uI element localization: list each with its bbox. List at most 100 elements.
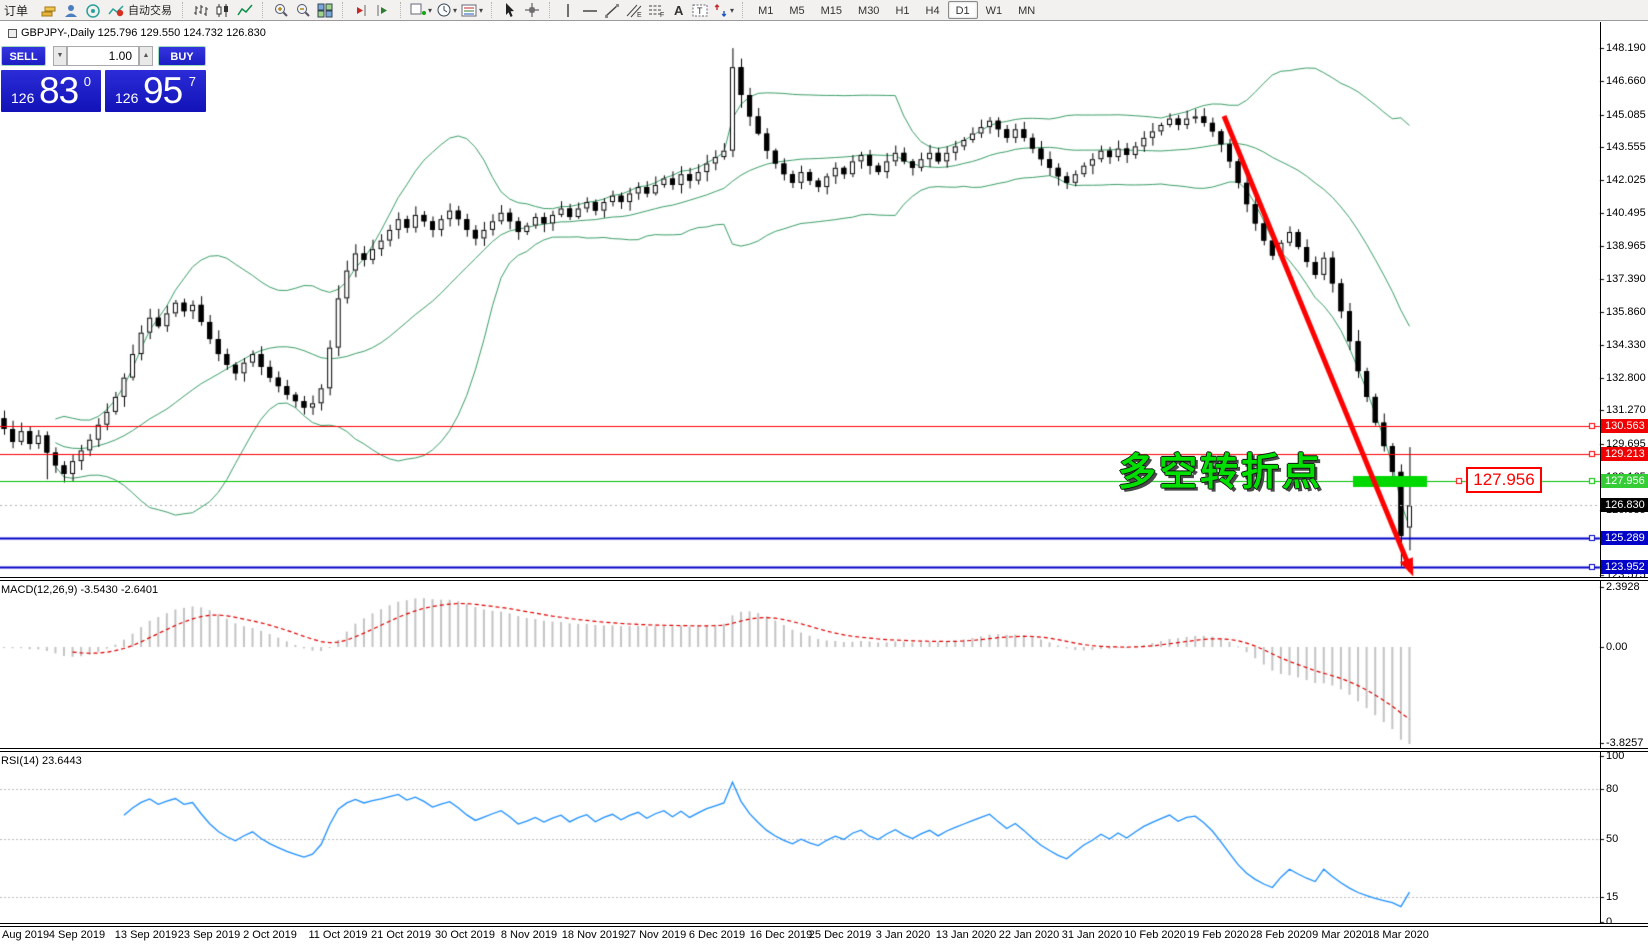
macd-tick-label: 0.00 [1606, 641, 1648, 653]
zoom-out-icon[interactable] [292, 1, 314, 20]
date-tick-label: 9 Mar 2020 [1312, 929, 1368, 941]
price-flag-127956[interactable]: 127.956 [1601, 474, 1648, 488]
cursor-icon[interactable] [499, 1, 521, 20]
timeframe-button-m15[interactable]: M15 [813, 1, 850, 19]
price-flag-130563[interactable]: 130.563 [1601, 419, 1648, 433]
sell-button[interactable]: SELL [1, 46, 46, 66]
dropdown-caret-icon[interactable]: ▾ [479, 6, 483, 15]
price-tick-label: 145.085 [1606, 109, 1648, 121]
text-label-icon[interactable]: T [689, 1, 711, 20]
sell-price-display[interactable]: 126 83 0 [1, 70, 101, 112]
date-tick-label: 19 Feb 2020 [1187, 929, 1249, 941]
accounts-icon[interactable] [60, 1, 82, 20]
autotrade-toggle-button[interactable]: 自动交易 [104, 1, 176, 20]
timeframe-button-m30[interactable]: M30 [850, 1, 887, 19]
date-tick-label: 31 Jan 2020 [1062, 929, 1123, 941]
fibonacci-icon[interactable]: F [645, 1, 667, 20]
line-chart-icon[interactable] [234, 1, 256, 20]
date-tick-label: 2 Oct 2019 [243, 929, 297, 941]
dropdown-caret-icon[interactable]: ▾ [453, 6, 457, 15]
channel-icon[interactable]: E [623, 1, 645, 20]
timeframe-button-m5[interactable]: M5 [781, 1, 812, 19]
price-tag-label[interactable]: 127.956 [1466, 467, 1542, 493]
volume-decrease-button[interactable]: ▼ [53, 46, 67, 66]
turning-point-annotation[interactable]: 多空转折点 [1118, 441, 1323, 496]
date-tick-label: 30 Oct 2019 [435, 929, 495, 941]
date-tick-label: 18 Nov 2019 [562, 929, 624, 941]
chart-template-icon[interactable]: ▾ [459, 1, 485, 20]
zoom-in-icon[interactable] [270, 1, 292, 20]
volume-increase-button[interactable]: ▲ [139, 46, 153, 66]
toolbar-separator [342, 2, 347, 18]
new-chart-icon[interactable]: ▾ [408, 1, 434, 20]
toolbar-separator [549, 2, 554, 18]
price-tick-label: 132.800 [1606, 372, 1648, 384]
signal-icon[interactable] [82, 1, 104, 20]
price-flag-125289[interactable]: 125.289 [1601, 531, 1648, 545]
text-icon[interactable]: A [667, 1, 689, 20]
price-chart-canvas[interactable] [0, 0, 1648, 946]
main-toolbar: 订单 自动交易 ▾ ▾ ▾ E FAT ▾ M1M5M15M30H1H4D1W1MN [0, 0, 1648, 21]
date-tick-label: 11 Oct 2019 [308, 929, 367, 941]
date-tick-label: 23 Sep 2019 [178, 929, 240, 941]
sell-price-prefix: 126 [11, 90, 34, 106]
toolbar-separator [182, 2, 187, 18]
dropdown-caret-icon[interactable]: ▾ [428, 6, 432, 15]
dropdown-caret-icon[interactable]: ▾ [730, 6, 734, 15]
vertical-line-icon[interactable] [557, 1, 579, 20]
timeframe-button-m1[interactable]: M1 [750, 1, 781, 19]
timeframe-button-h1[interactable]: H1 [887, 1, 917, 19]
timeframes-clock-icon[interactable]: ▾ [434, 1, 459, 20]
mt4-window: GBPJPY-,Daily 125.796 129.550 124.732 12… [0, 0, 1648, 946]
timeframe-button-w1[interactable]: W1 [978, 1, 1011, 19]
price-tick-label: 137.390 [1606, 273, 1648, 285]
buy-price-prefix: 126 [115, 90, 138, 106]
date-tick-label: 10 Feb 2020 [1124, 929, 1186, 941]
horizontal-line-icon[interactable] [579, 1, 601, 20]
trendline-icon[interactable] [601, 1, 623, 20]
rsi-bottom-separator [0, 923, 1648, 927]
arrows-icon[interactable]: ▾ [711, 1, 736, 20]
timeframe-button-h4[interactable]: H4 [918, 1, 948, 19]
bars-chart-icon[interactable] [190, 1, 212, 20]
main-macd-separator[interactable] [0, 577, 1648, 581]
timeframe-button-d1[interactable]: D1 [948, 1, 978, 19]
toolbar-separator [400, 2, 405, 18]
price-tick-label: 134.330 [1606, 339, 1648, 351]
date-tick-label: Aug 2019 [2, 929, 49, 941]
date-tick-label: 25 Dec 2019 [809, 929, 871, 941]
buy-price-display[interactable]: 126 95 7 [105, 70, 206, 112]
price-tick-label: 143.555 [1606, 141, 1648, 153]
sell-price-main: 83 [39, 70, 78, 112]
timeframe-button-mn[interactable]: MN [1010, 1, 1043, 19]
date-tick-label: 13 Jan 2020 [936, 929, 997, 941]
price-tick-label: 131.270 [1606, 404, 1648, 416]
volume-input[interactable]: 1.00 [67, 46, 139, 66]
macd-rsi-separator[interactable] [0, 748, 1648, 752]
order-controls-row: SELL ▼ 1.00 ▲ BUY [1, 46, 206, 66]
date-tick-label: 18 Mar 2020 [1367, 929, 1429, 941]
svg-text:T: T [697, 6, 703, 16]
buy-button[interactable]: BUY [158, 46, 206, 66]
chart-icon [8, 29, 17, 38]
date-tick-label: 16 Dec 2019 [750, 929, 812, 941]
price-tick-label: 138.965 [1606, 240, 1648, 252]
gold-orders-icon[interactable] [38, 1, 60, 20]
toolbar-separator [491, 2, 496, 18]
price-tick-label: 148.190 [1606, 42, 1648, 54]
date-tick-label: 22 Jan 2020 [999, 929, 1060, 941]
chart-title-text: GBPJPY-,Daily 125.796 129.550 124.732 12… [21, 27, 266, 39]
crosshair-icon[interactable] [521, 1, 543, 20]
svg-text:F: F [660, 12, 664, 18]
price-tick-label: 140.495 [1606, 207, 1648, 219]
rsi-indicator-label: RSI(14) 23.6443 [1, 755, 82, 767]
auto-scroll-icon[interactable] [372, 1, 394, 20]
candlestick-chart-icon[interactable] [212, 1, 234, 20]
date-tick-label: 8 Nov 2019 [501, 929, 557, 941]
price-flag-129213[interactable]: 129.213 [1601, 447, 1648, 461]
date-tick-label: 6 Dec 2019 [689, 929, 745, 941]
new-order-button[interactable]: 订单 [0, 1, 38, 20]
chart-shift-icon[interactable] [350, 1, 372, 20]
price-flag-123952[interactable]: 123.952 [1601, 560, 1648, 574]
tile-windows-icon[interactable] [314, 1, 336, 20]
